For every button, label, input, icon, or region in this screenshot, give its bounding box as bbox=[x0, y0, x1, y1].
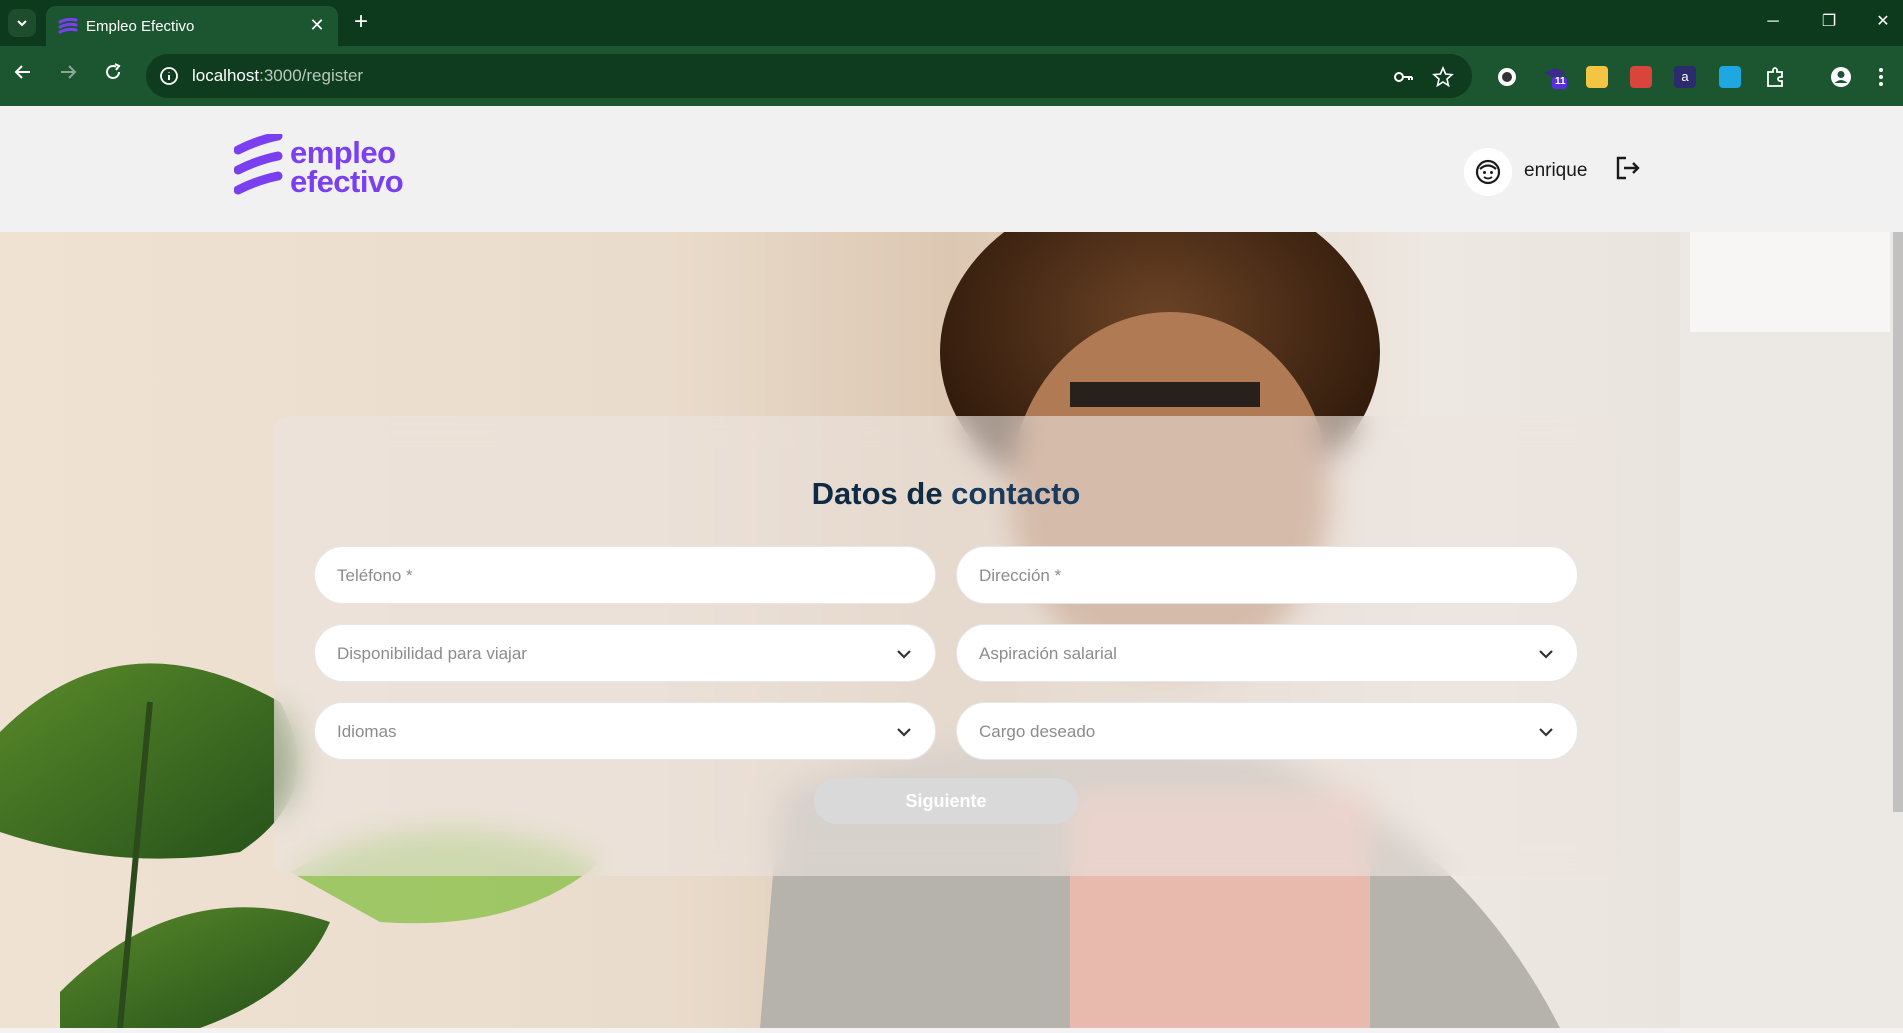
more-menu-icon[interactable] bbox=[1876, 66, 1886, 88]
tab-title: Empleo Efectivo bbox=[86, 18, 195, 35]
browser-tab-bar: Empleo Efectivo ✕ + ─ ❐ ✕ bbox=[0, 0, 1903, 46]
address-bar[interactable]: localhost:3000/register bbox=[146, 54, 1472, 98]
next-button[interactable]: Siguiente bbox=[814, 778, 1078, 824]
web-page: empleo efectivo enrique Datos de contact… bbox=[0, 106, 1903, 1028]
arrow-left-icon bbox=[14, 65, 30, 79]
page-scrollbar[interactable] bbox=[1893, 232, 1903, 812]
extension-badge-count: 11 bbox=[1555, 76, 1566, 87]
reload-icon bbox=[106, 63, 121, 79]
chevron-down-icon bbox=[897, 728, 911, 737]
logout-icon[interactable] bbox=[1614, 154, 1642, 182]
extension-circle-icon[interactable] bbox=[1496, 66, 1518, 88]
chevron-down-icon bbox=[897, 650, 911, 659]
extensions-puzzle-icon[interactable] bbox=[1764, 66, 1786, 88]
bookmark-star-icon[interactable] bbox=[1432, 66, 1454, 88]
logo-line-2: efectivo bbox=[290, 164, 404, 199]
password-key-icon[interactable] bbox=[1392, 66, 1414, 88]
chevron-down-icon bbox=[1539, 650, 1553, 659]
travel-availability-placeholder: Disponibilidad para viajar bbox=[337, 644, 527, 663]
languages-placeholder: Idiomas bbox=[337, 722, 397, 741]
user-avatar[interactable] bbox=[1464, 148, 1512, 196]
form-title-part-1: Datos de bbox=[811, 476, 952, 511]
site-info-icon[interactable] bbox=[158, 65, 180, 87]
logo[interactable]: empleo efectivo bbox=[234, 134, 424, 200]
languages-select[interactable]: Idiomas bbox=[314, 702, 936, 760]
forward-button[interactable] bbox=[54, 62, 82, 90]
url-text[interactable]: localhost:3000/register bbox=[192, 66, 363, 86]
contact-form-card: Datos de contacto Teléfono * Dirección *… bbox=[274, 416, 1618, 876]
logo-text: empleo efectivo bbox=[290, 135, 404, 199]
travel-availability-select[interactable]: Disponibilidad para viajar bbox=[314, 624, 936, 682]
tab-close-icon[interactable]: ✕ bbox=[306, 14, 328, 36]
browser-toolbar: localhost:3000/register 11 a bbox=[0, 46, 1903, 106]
tab-search-button[interactable] bbox=[8, 9, 36, 37]
minimize-button[interactable]: ─ bbox=[1758, 8, 1788, 36]
url-host: localhost bbox=[192, 66, 260, 85]
browser-tab-active[interactable]: Empleo Efectivo ✕ bbox=[46, 6, 338, 46]
chevron-down-icon bbox=[1539, 728, 1553, 737]
desired-position-select[interactable]: Cargo deseado bbox=[956, 702, 1578, 760]
face-icon bbox=[1475, 159, 1501, 185]
logo-stripes-icon bbox=[234, 134, 283, 195]
form-title: Datos de contacto bbox=[274, 476, 1618, 512]
extension-blue-icon[interactable] bbox=[1719, 66, 1741, 88]
salary-aspiration-select[interactable]: Aspiración salarial bbox=[956, 624, 1578, 682]
extension-badge-icon[interactable]: 11 bbox=[1542, 64, 1568, 90]
back-button[interactable] bbox=[9, 62, 37, 90]
extension-a-icon[interactable]: a bbox=[1674, 66, 1696, 88]
user-name[interactable]: enrique bbox=[1524, 160, 1587, 182]
desired-position-placeholder: Cargo deseado bbox=[979, 722, 1096, 741]
address-field[interactable]: Dirección * bbox=[956, 546, 1578, 604]
arrow-right-icon bbox=[61, 65, 77, 79]
extension-grid-icon[interactable] bbox=[1630, 66, 1652, 88]
site-header: empleo efectivo enrique bbox=[0, 106, 1903, 232]
window-close-button[interactable]: ✕ bbox=[1868, 8, 1898, 36]
extension-notes-icon[interactable] bbox=[1586, 66, 1608, 88]
url-path: :3000/register bbox=[259, 66, 364, 85]
profile-icon[interactable] bbox=[1830, 66, 1852, 88]
empleo-favicon-icon bbox=[58, 18, 78, 34]
phone-field[interactable]: Teléfono * bbox=[314, 546, 936, 604]
reload-button[interactable] bbox=[99, 62, 127, 90]
chevron-down-icon bbox=[17, 20, 27, 27]
restore-button[interactable]: ❐ bbox=[1814, 8, 1844, 36]
bottom-edge bbox=[0, 1028, 1903, 1033]
new-tab-button[interactable]: + bbox=[348, 10, 374, 36]
form-title-part-2: contacto bbox=[951, 476, 1081, 511]
phone-placeholder: Teléfono * bbox=[337, 566, 413, 585]
address-placeholder: Dirección * bbox=[979, 566, 1062, 585]
logo-line-1: empleo bbox=[290, 135, 396, 170]
salary-aspiration-placeholder: Aspiración salarial bbox=[979, 644, 1117, 663]
